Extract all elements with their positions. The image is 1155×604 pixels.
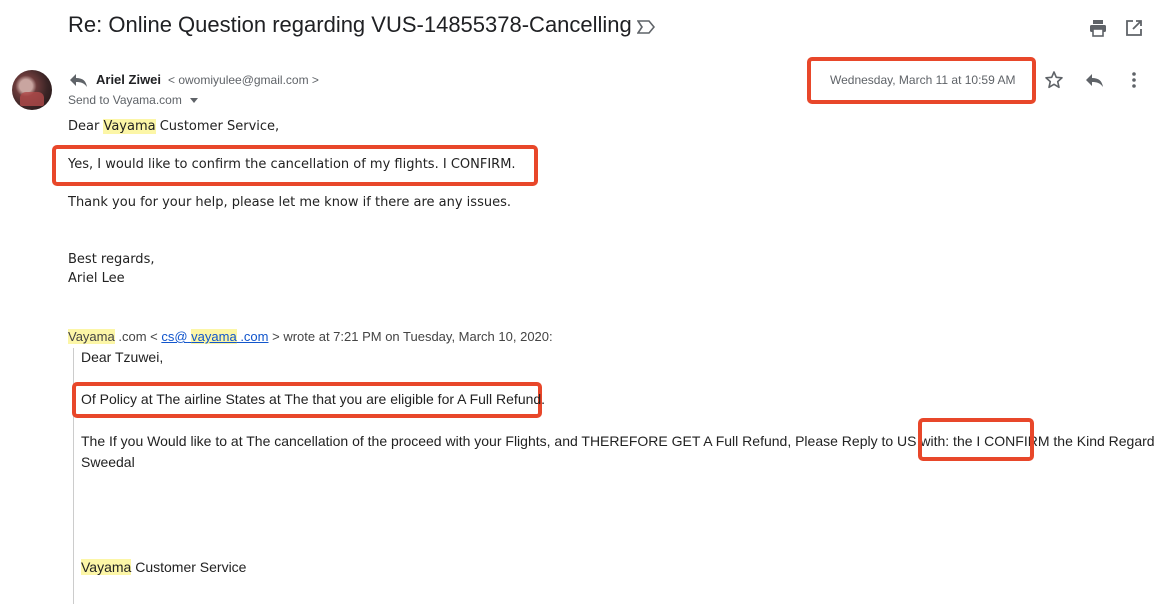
more-vert-icon[interactable] [1124,70,1144,90]
highlighted-term: Vayama [81,559,132,575]
reply-icon[interactable] [1084,70,1104,90]
recipient-label: Send to Vayama.com [68,93,182,107]
caret-down-icon[interactable] [189,98,198,104]
attribution-text-tail: > wrote at 7:21 PM on Tuesday, March 10,… [268,329,553,344]
body-thanks-line: Thank you for your help, please let me k… [68,195,511,210]
body-signature: Ariel Lee [68,271,125,286]
email-subject: Re: Online Question regarding VUS-148553… [68,12,632,37]
body-greeting: Dear Vayama Customer Service, [68,119,279,134]
sender-email: < owomiyulee@gmail.com > [168,73,319,87]
star-icon[interactable] [1044,70,1064,90]
reply-arrow-icon [68,72,88,88]
link-text: .com [236,329,269,344]
link-text: cs@ [161,329,188,344]
quote-footer: Vayama Customer Service [81,559,246,575]
quote-policy-line: Of Policy at The airline States at The t… [81,391,546,407]
recipient-details[interactable]: Send to Vayama.com [68,93,198,107]
quote-paragraph-line2: Sweedal [81,454,135,470]
quote-attribution: Vayama .com < cs@ vayama .com > wrote at… [68,329,553,344]
email-date: Wednesday, March 11 at 10:59 AM [830,73,1016,87]
sender-name[interactable]: Ariel Ziwei [96,72,161,87]
footer-text: Customer Service [131,559,247,575]
body-signoff: Best regards, [68,252,155,267]
print-icon[interactable] [1088,18,1108,38]
attribution-text: .com < [114,329,162,344]
annotation-box-i-confirm [918,418,1034,461]
highlighted-term: Vayama [103,119,156,134]
quote-sender-email-link[interactable]: cs@ vayama .com [161,329,269,344]
avatar [12,70,52,110]
highlighted-term: Vayama [68,329,115,344]
greeting-text-tail: Customer Service, [155,119,280,134]
greeting-text: Dear [68,119,104,134]
highlighted-term: vayama [191,329,237,344]
label-icon[interactable] [637,20,655,34]
quote-greeting: Dear Tzuwei, [81,349,164,365]
open-in-new-icon[interactable] [1124,18,1144,38]
body-confirm-line: Yes, I would like to confirm the cancell… [68,157,516,172]
